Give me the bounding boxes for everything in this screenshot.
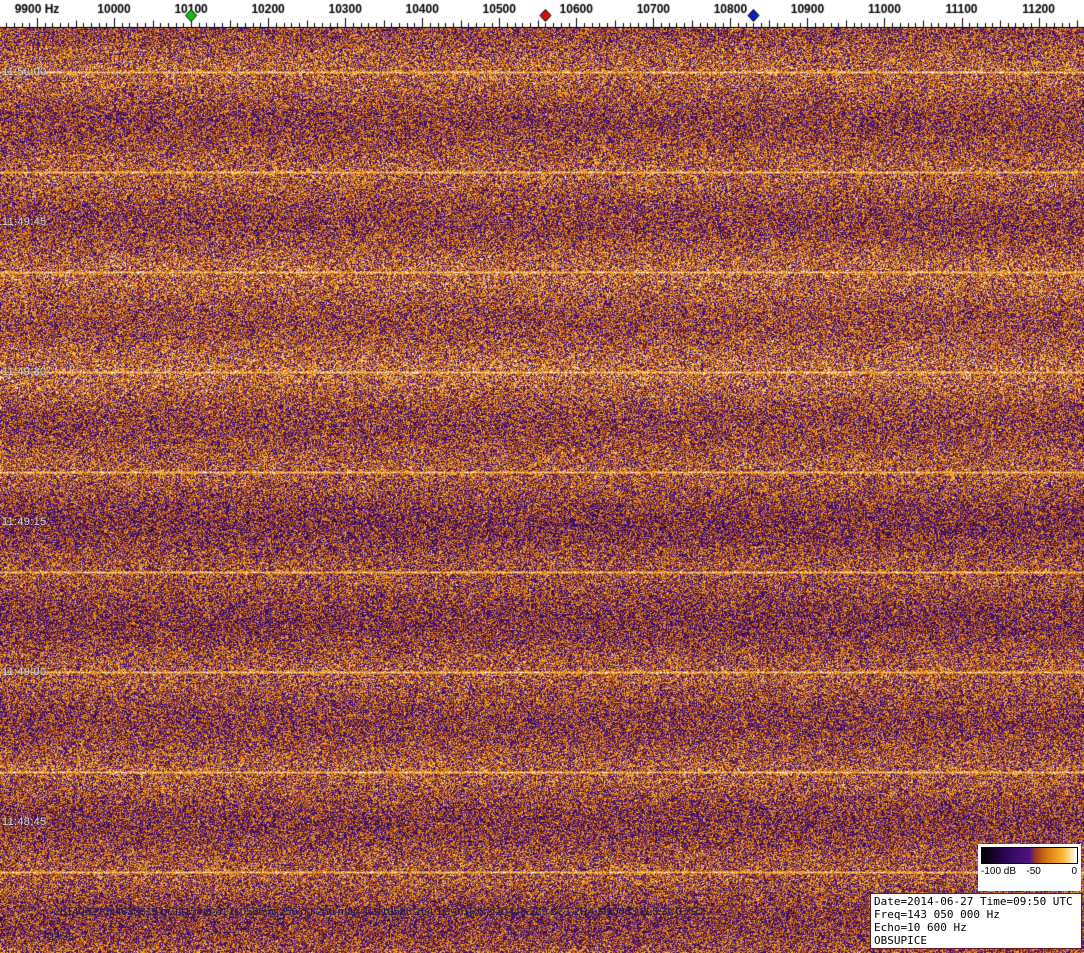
- observation-info-box: Date=2014-06-27 Time=09:50 UTC Freq=143 …: [870, 893, 1082, 949]
- legend-label-max: 0: [1071, 866, 1077, 877]
- info-freq-line: Freq=143 050 000 Hz: [874, 908, 1000, 921]
- frequency-axis-ruler: [0, 0, 1084, 28]
- counter-annotation: ^1+33: [44, 931, 74, 943]
- legend-label-min: -100 dB: [981, 866, 1017, 877]
- spectrogram-app-window: 11:50:00 11:49:45 11:49:30 11:49:15 11:49:00…: [0, 0, 1084, 953]
- info-date-line: Date=2014-06-27 Time=09:50 UTC: [874, 895, 1073, 908]
- color-scale-labels: -100 dB -50 0: [978, 866, 1081, 880]
- color-scale-gradient: [981, 847, 1078, 864]
- spectrogram-canvas: [0, 28, 1084, 953]
- detection-log-annotation: 20140627094833816 hCnt15 nb-81 f10586 hi…: [54, 906, 705, 918]
- color-scale-legend: -100 dB -50 0: [978, 844, 1081, 891]
- info-echo-line: Echo=10 600 Hz: [874, 921, 967, 934]
- legend-label-mid: -50: [1026, 866, 1041, 877]
- info-station-line: OBSUPICE: [874, 934, 927, 947]
